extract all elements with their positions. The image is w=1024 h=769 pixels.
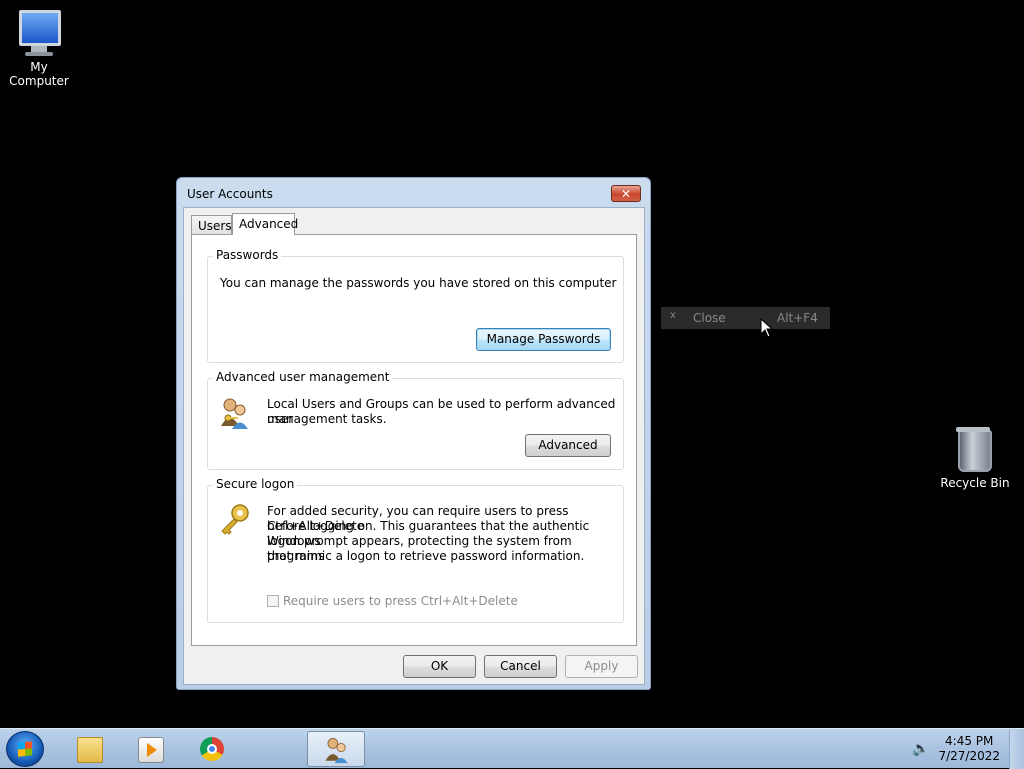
menu-item-close[interactable]: Close — [693, 311, 726, 325]
clock-date: 7/27/2022 — [938, 749, 1000, 763]
dialog-title: User Accounts — [187, 187, 273, 201]
advanced-mgmt-description-line2: management tasks. — [267, 412, 387, 426]
apply-button[interactable]: Apply — [565, 655, 638, 678]
group-heading: Advanced user management — [213, 370, 393, 384]
folder-icon — [77, 737, 103, 763]
dialog-close-button[interactable]: ✕ — [611, 185, 641, 202]
taskbar-item-chrome[interactable] — [186, 731, 238, 767]
key-icon — [218, 503, 252, 537]
manage-passwords-button[interactable]: Manage Passwords — [476, 328, 611, 351]
media-player-icon — [138, 737, 164, 763]
user-accounts-dialog: User Accounts ✕ Users Advanced Passwords… — [176, 177, 651, 690]
ctrl-alt-delete-checkbox-label: Require users to press Ctrl+Alt+Delete — [283, 594, 518, 608]
taskbar-item-media-player[interactable] — [124, 731, 176, 767]
volume-icon[interactable]: 🔈 — [912, 741, 929, 757]
desktop-icon-recycle-bin[interactable]: Recycle Bin — [940, 426, 1010, 490]
computer-icon — [19, 10, 61, 56]
dialog-client-area: Users Advanced Passwords You can manage … — [183, 207, 645, 685]
tab-users[interactable]: Users — [191, 215, 232, 235]
secure-logon-line4: that mimic a logon to retrieve password … — [267, 549, 585, 563]
system-tray: 🔈 4:45 PM 7/27/2022 — [904, 729, 1024, 769]
users-icon — [218, 396, 252, 430]
group-heading: Secure logon — [213, 477, 298, 491]
desktop-icon-my-computer[interactable]: My Computer — [0, 10, 78, 88]
ok-button[interactable]: OK — [403, 655, 476, 678]
users-icon — [323, 736, 351, 764]
start-button[interactable] — [6, 731, 44, 767]
clock-time: 4:45 PM — [945, 734, 994, 748]
context-menu: x Close Alt+F4 — [661, 307, 830, 329]
desktop-icon-label: Recycle Bin — [940, 476, 1010, 490]
group-passwords: Passwords You can manage the passwords y… — [207, 248, 624, 363]
show-desktop-button[interactable] — [1009, 729, 1024, 769]
close-icon: ✕ — [620, 187, 632, 201]
cancel-button[interactable]: Cancel — [484, 655, 557, 678]
passwords-description: You can manage the passwords you have st… — [220, 276, 617, 290]
close-icon: x — [670, 310, 676, 321]
taskbar-item-user-accounts[interactable] — [307, 731, 365, 767]
menu-item-shortcut: Alt+F4 — [777, 311, 818, 325]
tab-panel-advanced: Passwords You can manage the passwords y… — [191, 234, 637, 646]
recycle-bin-icon — [956, 426, 992, 472]
advanced-button[interactable]: Advanced — [525, 434, 611, 457]
chrome-icon — [200, 737, 224, 761]
taskbar: 🔈 4:45 PM 7/27/2022 — [0, 728, 1024, 769]
taskbar-item-explorer[interactable] — [63, 731, 115, 767]
group-heading: Passwords — [213, 248, 282, 262]
desktop-icon-label: My Computer — [9, 60, 69, 88]
tab-advanced[interactable]: Advanced — [232, 213, 298, 235]
clock[interactable]: 4:45 PM 7/27/2022 — [938, 734, 1000, 764]
group-secure-logon: Secure logon For added security, you can… — [207, 477, 624, 623]
group-advanced-user-management: Advanced user management Local Users and… — [207, 370, 624, 470]
ctrl-alt-delete-checkbox[interactable] — [267, 595, 279, 607]
